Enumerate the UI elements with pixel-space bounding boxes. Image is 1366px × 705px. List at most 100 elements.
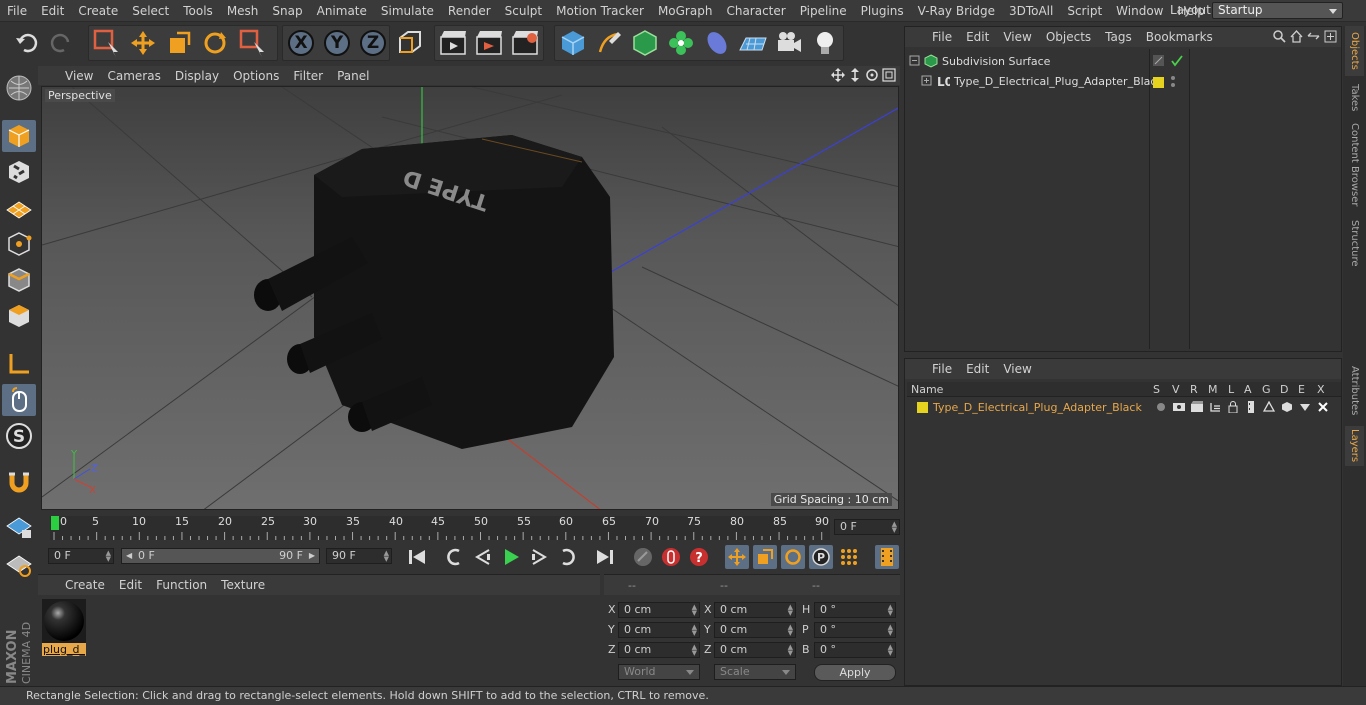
- layer-menu-edit[interactable]: Edit: [959, 362, 996, 376]
- scale-tool-button[interactable]: [162, 26, 196, 60]
- end-frame-field[interactable]: 90 F ▲ ▼: [326, 548, 392, 564]
- tweak-mode-button[interactable]: [2, 384, 36, 416]
- layer-color-tag[interactable]: [1153, 76, 1164, 88]
- object-menu-objects[interactable]: Objects: [1039, 30, 1098, 44]
- render-picture-viewer-button[interactable]: [472, 26, 506, 60]
- material-menu-texture[interactable]: Texture: [214, 578, 272, 592]
- coord-size-y-field[interactable]: 0 cm ▲ ▼: [714, 622, 796, 638]
- layer-menu-view[interactable]: View: [996, 362, 1038, 376]
- rectangle-select-button[interactable]: [90, 26, 124, 60]
- key-scale-button[interactable]: [753, 545, 777, 569]
- zoom-icon[interactable]: [848, 68, 862, 82]
- object-name-subdivision[interactable]: Subdivision Surface: [942, 55, 1050, 68]
- menu-create[interactable]: Create: [71, 4, 125, 18]
- collapse-icon[interactable]: [909, 55, 921, 67]
- manager-list-icon[interactable]: [1209, 401, 1221, 413]
- coord-pos-x-field[interactable]: 0 cm ▲ ▼: [618, 602, 700, 618]
- menu-snap[interactable]: Snap: [265, 4, 309, 18]
- layer-col-deformers[interactable]: D: [1280, 383, 1288, 396]
- polygons-mode-button[interactable]: [2, 300, 36, 332]
- next-frame-button[interactable]: [527, 545, 551, 569]
- key-parameter-button[interactable]: P: [809, 545, 833, 569]
- current-frame-field[interactable]: 0 F ▲ ▼: [834, 519, 900, 535]
- layer-col-render[interactable]: R: [1190, 383, 1198, 396]
- playhead-marker[interactable]: [51, 516, 59, 530]
- workplane-snap-button[interactable]: [2, 548, 36, 580]
- menu-script[interactable]: Script: [1060, 4, 1109, 18]
- home-icon[interactable]: [1290, 30, 1303, 43]
- coord-rot-b-field[interactable]: 0 ° ▲ ▼: [814, 642, 896, 658]
- record-disabled-button[interactable]: [631, 545, 655, 569]
- layer-col-view[interactable]: V: [1172, 383, 1180, 396]
- subdivision-button[interactable]: [628, 26, 662, 60]
- menu-character[interactable]: Character: [719, 4, 792, 18]
- material-menu-function[interactable]: Function: [149, 578, 214, 592]
- timeline-window-button[interactable]: [875, 545, 899, 569]
- menu-window[interactable]: Window: [1109, 4, 1170, 18]
- tab-content-browser[interactable]: Content Browser: [1345, 120, 1364, 210]
- key-rotation-button[interactable]: [781, 545, 805, 569]
- menu-animate[interactable]: Animate: [310, 4, 374, 18]
- range-left-arrow-icon[interactable]: ◀: [126, 549, 132, 563]
- layer-col-solo[interactable]: S: [1153, 383, 1160, 396]
- timeline-ruler[interactable]: 0 5 10 15 20 25 30 35 40 45 50 55 60 65 …: [38, 512, 900, 542]
- layer-col-animation[interactable]: A: [1244, 383, 1252, 396]
- menu-edit[interactable]: Edit: [34, 4, 71, 18]
- coord-rot-h-field[interactable]: 0 ° ▲ ▼: [814, 602, 896, 618]
- material-menu-edit[interactable]: Edit: [112, 578, 149, 592]
- render-view-button[interactable]: [436, 26, 470, 60]
- viewport-menu-panel[interactable]: Panel: [330, 69, 376, 83]
- tab-layers[interactable]: Layers: [1345, 426, 1364, 466]
- coord-size-z-field[interactable]: 0 cm ▲ ▼: [714, 642, 796, 658]
- lock-workplane-button[interactable]: [2, 510, 36, 542]
- object-menu-edit[interactable]: Edit: [959, 30, 996, 44]
- generator-icon[interactable]: [1263, 401, 1275, 413]
- material-swatch[interactable]: plug_d_: [42, 599, 88, 656]
- new-window-icon[interactable]: [1324, 30, 1337, 43]
- layer-col-generators[interactable]: G: [1262, 383, 1271, 396]
- workplane-mode-button[interactable]: [2, 192, 36, 224]
- coord-space-select[interactable]: World: [618, 664, 700, 680]
- object-menu-tags[interactable]: Tags: [1098, 30, 1139, 44]
- eye-icon[interactable]: [1173, 401, 1185, 413]
- axis-z-button[interactable]: Z: [356, 26, 390, 60]
- expression-icon[interactable]: [1299, 401, 1311, 413]
- snap-button[interactable]: S: [2, 420, 36, 452]
- floor-button[interactable]: [736, 26, 770, 60]
- layer-row[interactable]: Type_D_Electrical_Plug_Adapter_Black: [917, 399, 1142, 415]
- menu-sculpt[interactable]: Sculpt: [498, 4, 549, 18]
- key-pla-button[interactable]: [837, 545, 861, 569]
- autokey-button[interactable]: [659, 545, 683, 569]
- viewport-menu-cameras[interactable]: Cameras: [100, 69, 167, 83]
- move-tool-button[interactable]: [126, 26, 160, 60]
- axis-mode-button[interactable]: [2, 348, 36, 380]
- range-right-arrow-icon[interactable]: ▶: [309, 549, 315, 563]
- menu-file[interactable]: File: [0, 4, 34, 18]
- layer-menu-file[interactable]: File: [925, 362, 959, 376]
- layer-col-name[interactable]: Name: [911, 383, 943, 396]
- model-mode-button[interactable]: [2, 120, 36, 152]
- menu-plugins[interactable]: Plugins: [854, 4, 911, 18]
- viewport-menu-filter[interactable]: Filter: [286, 69, 330, 83]
- edit-toggle-icon[interactable]: [1153, 55, 1165, 67]
- layer-col-expressions[interactable]: E: [1298, 383, 1305, 396]
- points-mode-button[interactable]: [2, 228, 36, 260]
- light-button[interactable]: [808, 26, 842, 60]
- render-clapper-icon[interactable]: [1191, 401, 1203, 413]
- checkmark-icon[interactable]: [1171, 55, 1183, 67]
- axis-x-button[interactable]: X: [284, 26, 318, 60]
- coord-size-x-field[interactable]: 0 cm ▲ ▼: [714, 602, 796, 618]
- tab-structure[interactable]: Structure: [1345, 214, 1364, 272]
- menu-select[interactable]: Select: [125, 4, 176, 18]
- orbit-icon[interactable]: [865, 68, 879, 82]
- solo-dot-icon[interactable]: [1155, 401, 1167, 413]
- object-row-plug-adapter[interactable]: L0 Type_D_Electrical_Plug_Adapter_Black: [921, 72, 1163, 90]
- key-position-button[interactable]: [725, 545, 749, 569]
- render-settings-button[interactable]: [508, 26, 542, 60]
- menu-motion-tracker[interactable]: Motion Tracker: [549, 4, 651, 18]
- lock-icon[interactable]: [1227, 401, 1239, 413]
- undo-button[interactable]: [10, 26, 44, 60]
- object-menu-view[interactable]: View: [996, 30, 1038, 44]
- pan-icon[interactable]: [831, 68, 845, 82]
- object-row-subdivision[interactable]: Subdivision Surface: [909, 52, 1050, 70]
